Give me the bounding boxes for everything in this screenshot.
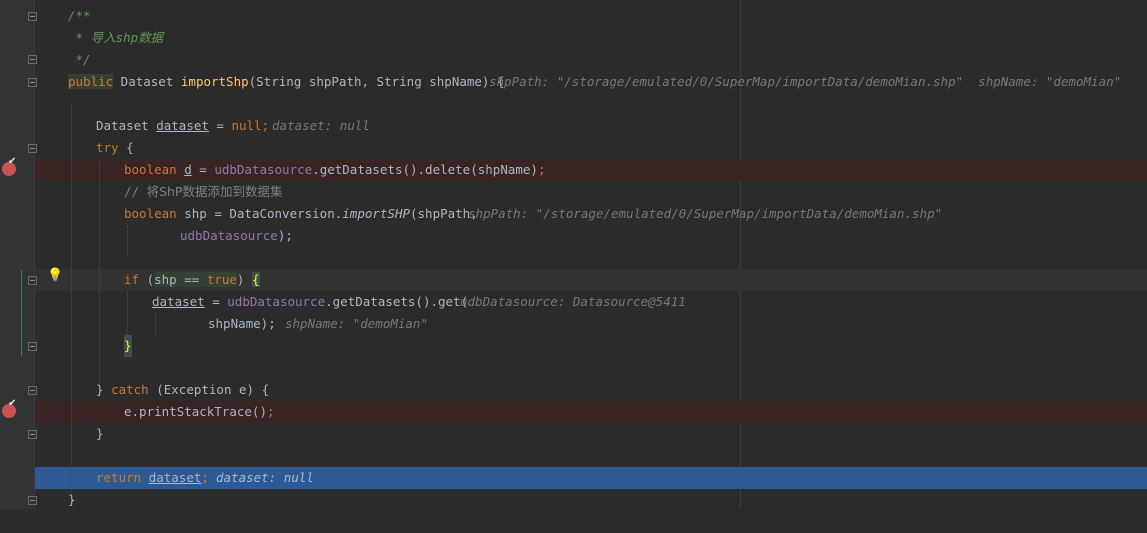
matched-brace: }	[124, 335, 132, 357]
statement: }	[68, 492, 76, 507]
code-line[interactable]: shpName); shpName: "demoMian"	[0, 313, 1147, 335]
code-line[interactable]: // 将ShP数据添加到数据集	[0, 181, 1147, 203]
inline-debug-value: dataset: null	[216, 470, 314, 485]
code-line[interactable]: /**	[0, 5, 1147, 27]
code-line[interactable]: }	[0, 335, 1147, 357]
code-line[interactable]: * 导入shp数据	[0, 27, 1147, 49]
code-line[interactable]: }	[0, 489, 1147, 511]
statement: return dataset;	[96, 470, 209, 485]
code-line[interactable]: udbDatasource);	[0, 225, 1147, 247]
code-line[interactable]: e.printStackTrace();	[0, 401, 1147, 423]
code-line[interactable]: try {	[0, 137, 1147, 159]
code-line[interactable]: return dataset; dataset: null	[0, 467, 1147, 489]
statement: }	[96, 426, 104, 441]
code-line[interactable]: boolean shp = DataConversion.importSHP(s…	[0, 203, 1147, 225]
statement: shpName);	[208, 316, 276, 331]
doc-comment: */	[68, 52, 91, 67]
inline-debug-value: dataset: null	[272, 118, 370, 133]
statement: } catch (Exception e) {	[96, 382, 270, 397]
code-line[interactable]: }	[0, 423, 1147, 445]
line-comment: // 将ShP数据添加到数据集	[124, 184, 283, 199]
inline-debug-value: shpPath: "/storage/emulated/0/SuperMap/i…	[489, 74, 1122, 89]
doc-comment: /**	[68, 8, 91, 23]
statement: Dataset dataset = null;	[96, 118, 270, 133]
code-line[interactable]: dataset = udbDatasource.getDatasets().ge…	[0, 291, 1147, 313]
inline-debug-value: shpName: "demoMian"	[285, 316, 428, 331]
code-line[interactable]: boolean d = udbDatasource.getDatasets().…	[0, 159, 1147, 181]
statement: udbDatasource);	[180, 228, 293, 243]
inline-debug-value: udbDatasource: Datasource@5411	[460, 294, 686, 309]
code-line[interactable]: */	[0, 49, 1147, 71]
inline-debug-value: shpPath: "/storage/emulated/0/SuperMap/i…	[468, 206, 943, 221]
code-line[interactable]: Dataset dataset = null; dataset: null	[0, 115, 1147, 137]
code-line[interactable]: public Dataset importShp(String shpPath,…	[0, 71, 1147, 93]
statement: dataset = udbDatasource.getDatasets().ge…	[152, 294, 469, 309]
statement: boolean shp = DataConversion.importSHP(s…	[124, 206, 478, 221]
method-signature: public Dataset importShp(String shpPath,…	[68, 74, 505, 89]
statement: if (shp == true) {	[124, 272, 260, 287]
statement: boolean d = udbDatasource.getDatasets().…	[124, 162, 546, 177]
code-line[interactable]: if (shp == true) {	[0, 269, 1147, 291]
code-line[interactable]: } catch (Exception e) {	[0, 379, 1147, 401]
statement: e.printStackTrace();	[124, 404, 275, 419]
statement: try {	[96, 140, 134, 155]
doc-comment: * 导入shp数据	[68, 30, 164, 45]
